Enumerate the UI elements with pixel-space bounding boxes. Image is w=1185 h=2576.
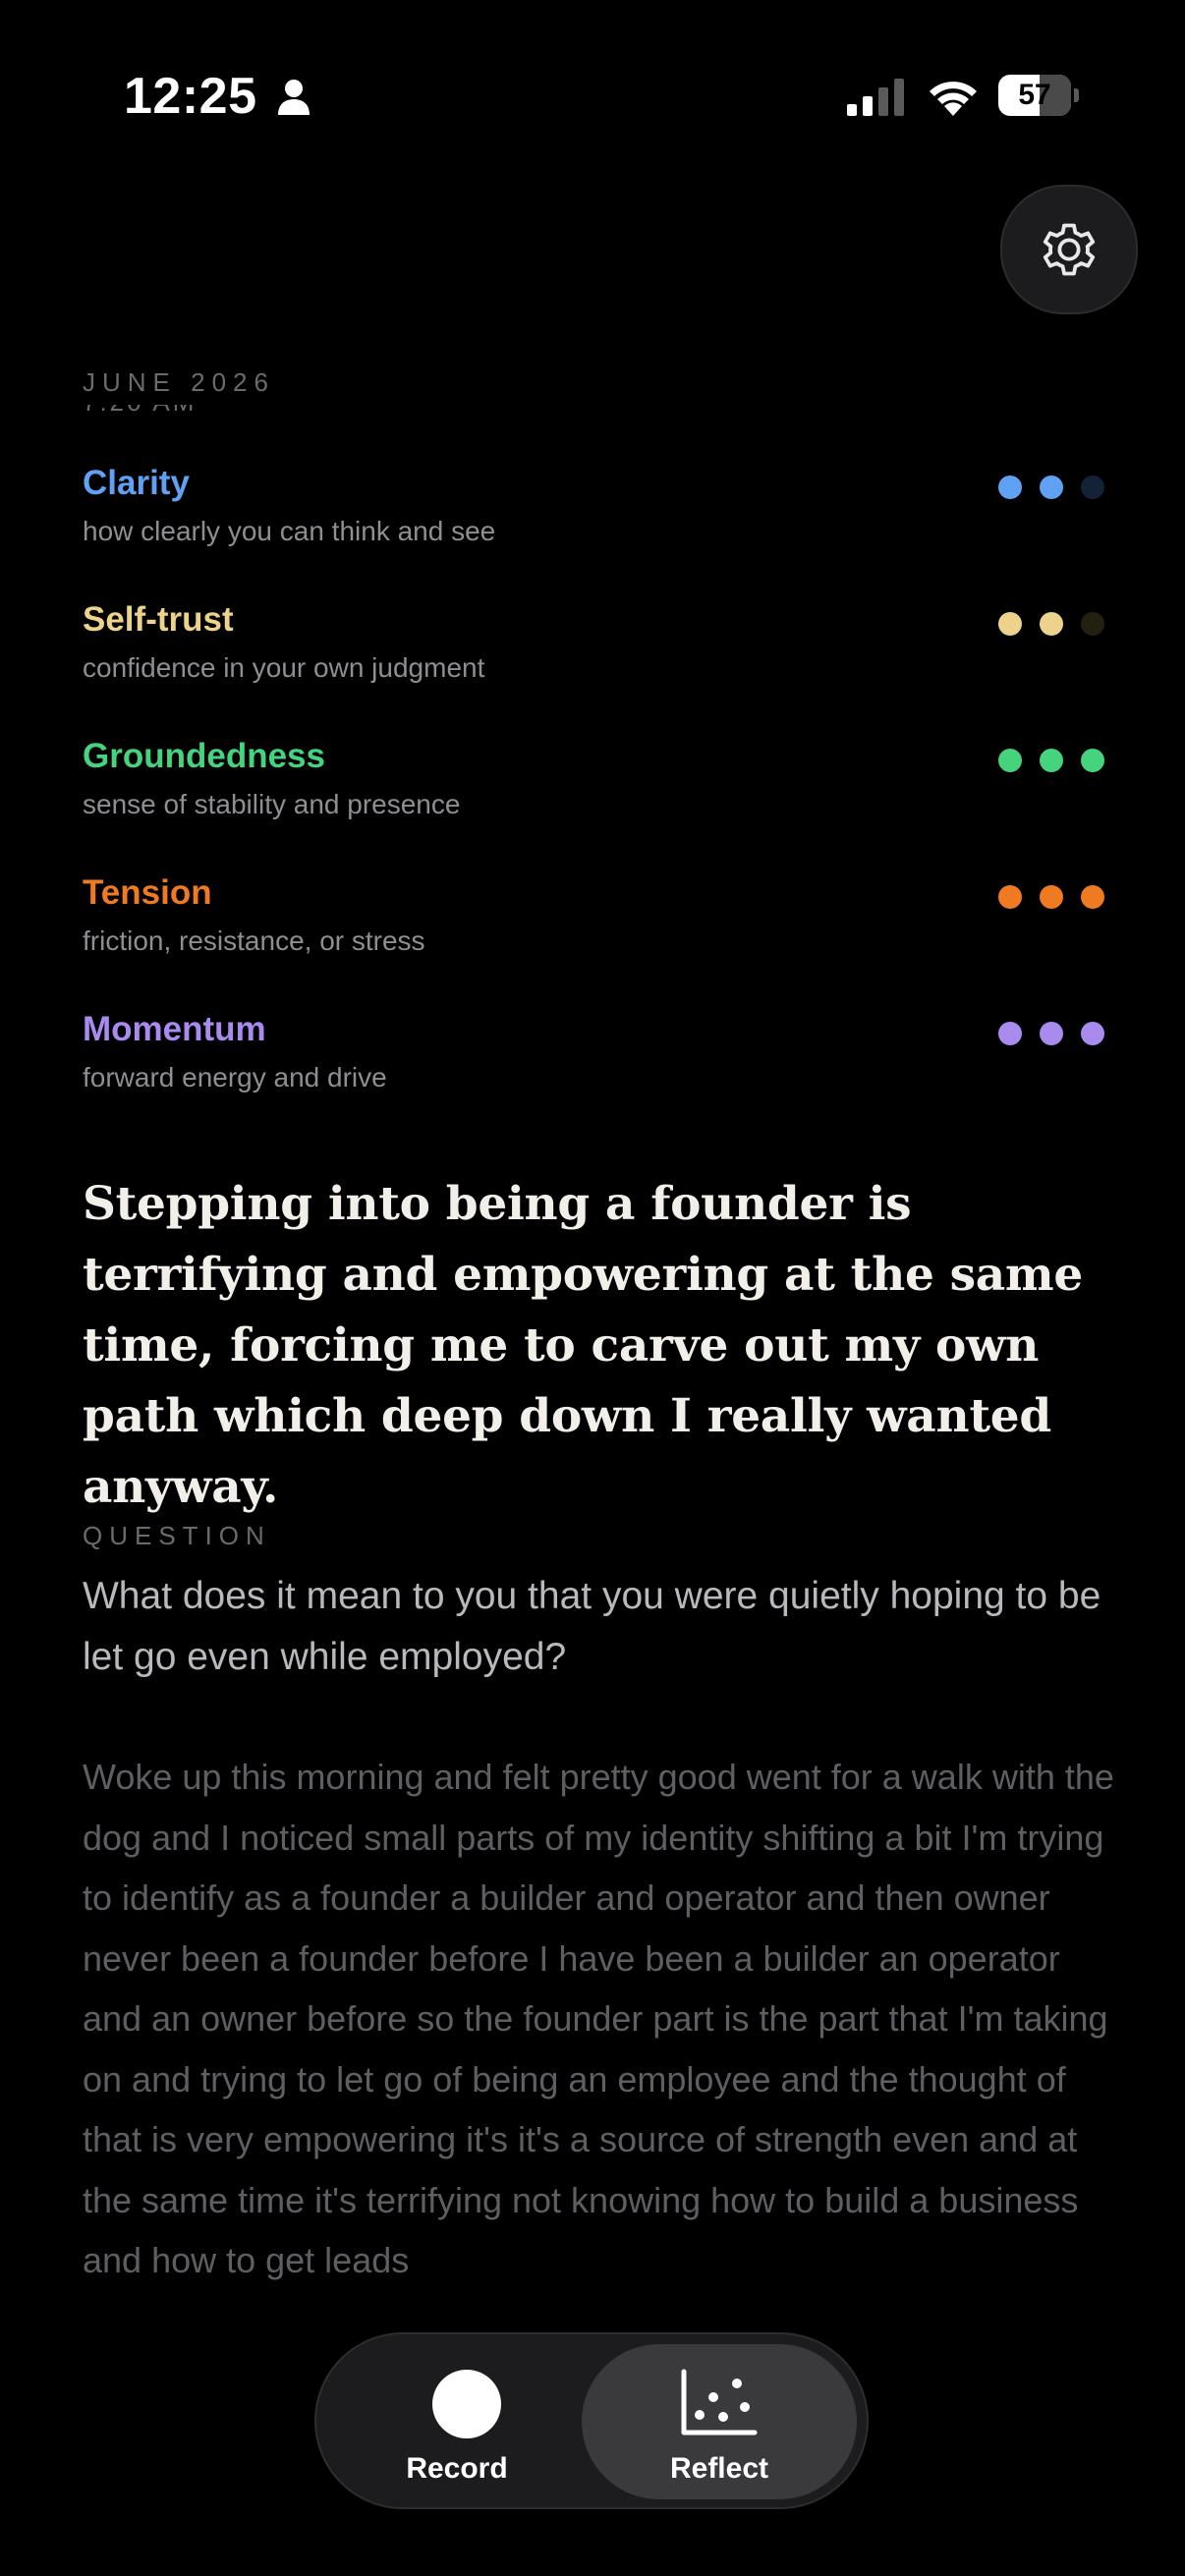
tab-bar: Record Reflect [314,2332,869,2509]
rating-dot-filled [998,612,1022,636]
metric-rating-dots [998,476,1104,499]
question-text: What does it mean to you that you were q… [83,1575,1101,1678]
rating-dot-filled [998,1022,1022,1045]
metric-description: how clearly you can think and see [83,516,496,546]
metric-description: confidence in your own judgment [83,652,485,683]
rating-dot-filled [1081,1022,1104,1045]
record-icon [432,2370,501,2438]
cellular-signal-icon [847,79,904,116]
metric-name: Groundedness [83,737,325,775]
metric-name: Clarity [83,464,190,502]
metric-rating-dots [998,612,1104,636]
rating-dot-filled [998,749,1022,772]
rating-dot-empty [1081,612,1104,636]
tab-record[interactable]: Record [328,2344,586,2499]
metric-description: forward energy and drive [83,1062,387,1092]
metric-rating-dots [998,1022,1104,1045]
rating-dot-filled [1081,749,1104,772]
tab-label: Record [406,2452,508,2485]
rating-dot-filled [998,476,1022,499]
transcript-text: Woke up this morning and felt pretty goo… [83,1757,1114,2280]
metric-rating-dots [998,749,1104,772]
status-time: 12:25 [124,68,257,125]
rating-dot-filled [1040,749,1063,772]
month-label: JUNE 2026 [83,367,275,397]
metric-tension: Tension friction, resistance, or stress [83,873,1104,1010]
metrics-list: Clarity how clearly you can think and se… [83,464,1104,1147]
scatter-chart-icon [681,2369,758,2436]
metric-description: sense of stability and presence [83,789,461,819]
metric-groundedness: Groundedness sense of stability and pres… [83,737,1104,873]
tab-reflect[interactable]: Reflect [582,2344,857,2499]
rating-dot-filled [1081,885,1104,909]
question-label: QUESTION [83,1521,271,1550]
battery-icon: 57 [998,75,1079,116]
metric-rating-dots [998,885,1104,909]
rating-dot-filled [1040,885,1063,909]
metric-self-trust: Self-trust confidence in your own judgme… [83,600,1104,737]
gear-icon [1043,223,1096,276]
rating-dot-filled [1040,476,1063,499]
rating-dot-empty [1081,476,1104,499]
metric-description: friction, resistance, or stress [83,925,425,956]
rating-dot-filled [1040,1022,1063,1045]
settings-button[interactable] [1000,185,1138,314]
rating-dot-filled [1040,612,1063,636]
person-icon [278,80,310,115]
rating-dot-filled [998,885,1022,909]
wifi-icon [930,82,977,116]
transcript-scroll-area[interactable]: Woke up this morning and felt pretty goo… [83,1747,1124,2340]
tab-label: Reflect [669,2452,769,2485]
status-bar: 12:25 57 [0,0,1185,187]
metric-name: Tension [83,873,212,912]
entry-headline: Stepping into being a founder is terrify… [83,1177,1083,1514]
metric-name: Momentum [83,1010,266,1048]
metric-name: Self-trust [83,600,234,639]
entry-time: 7:20 AM [83,405,197,430]
battery-level: 57 [1018,79,1051,111]
metric-momentum: Momentum forward energy and drive [83,1010,1104,1147]
metric-clarity: Clarity how clearly you can think and se… [83,464,1104,600]
